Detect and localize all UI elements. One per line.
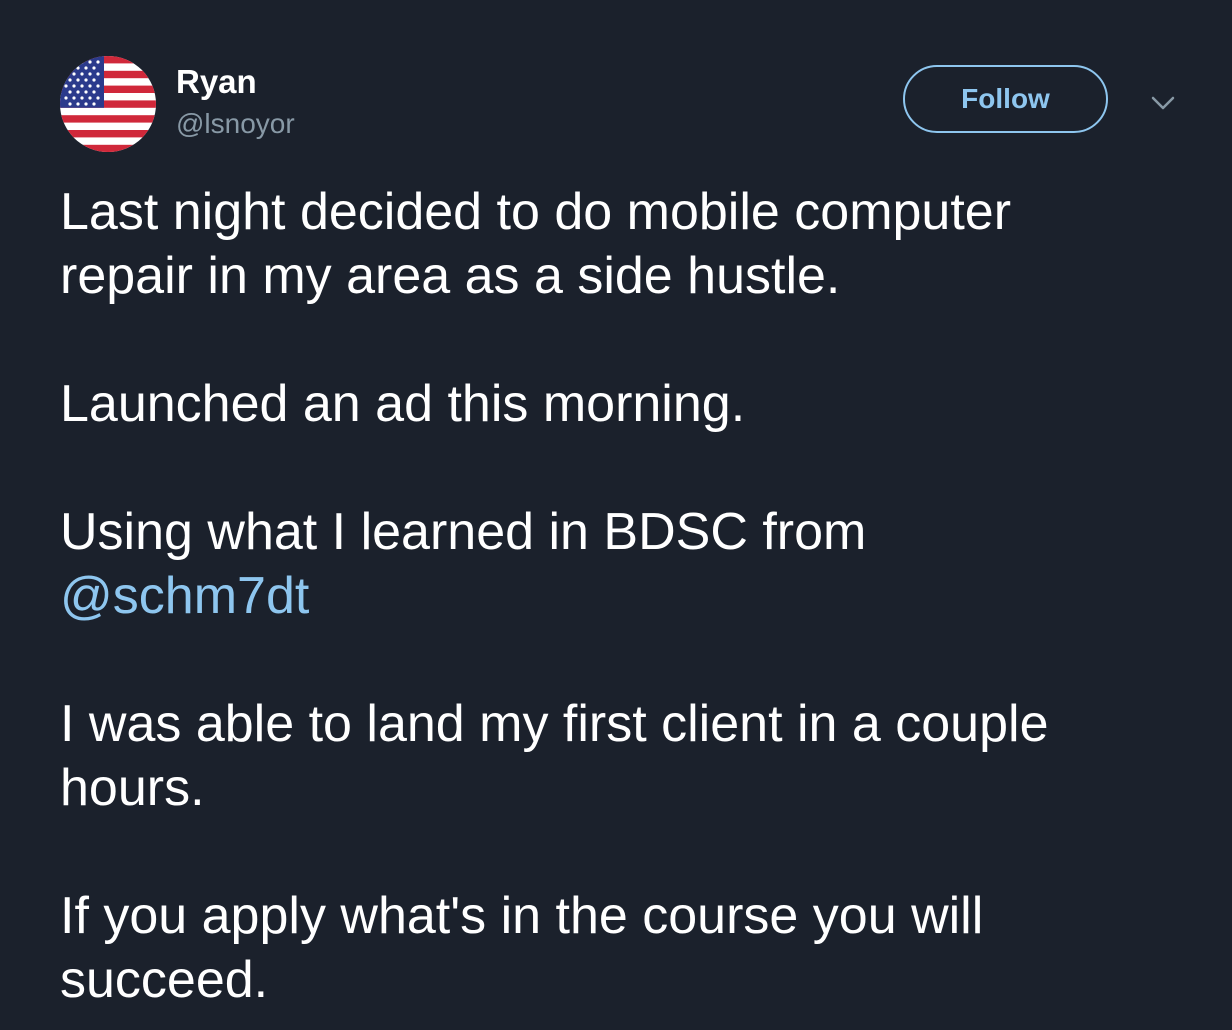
tweet-line: I was able to land my first client in a … [60,695,1049,753]
tweet-paragraph: I was able to land my first client in a … [60,692,1200,820]
us-flag-icon [60,56,156,152]
tweet-line: Last night decided to do mobile computer [60,183,1012,241]
tweet-paragraph: Launched an ad this morning. [60,372,1200,436]
chevron-down-icon[interactable] [1148,88,1178,118]
tweet-paragraph: If you apply what's in the course you wi… [60,884,1200,1012]
tweet-line: If you apply what's in the course you wi… [60,887,984,945]
user-name[interactable]: Ryan [176,62,257,102]
avatar[interactable] [60,56,156,152]
tweet-line: succeed. [60,951,269,1009]
tweet-line: repair in my area as a side hustle. [60,247,841,305]
tweet-line: Launched an ad this morning. [60,375,746,433]
tweet-text: Last night decided to do mobile computer… [60,180,1200,1012]
tweet-paragraph: Using what I learned in BDSC from @schm7… [60,500,1200,628]
tweet-line: hours. [60,759,205,817]
user-handle[interactable]: @lsnoyor [176,107,295,141]
tweet-line: Using what I learned in BDSC from [60,503,867,561]
mention-link[interactable]: @schm7dt [60,567,309,625]
follow-button[interactable]: Follow [903,65,1108,133]
tweet-paragraph: Last night decided to do mobile computer… [60,180,1200,308]
